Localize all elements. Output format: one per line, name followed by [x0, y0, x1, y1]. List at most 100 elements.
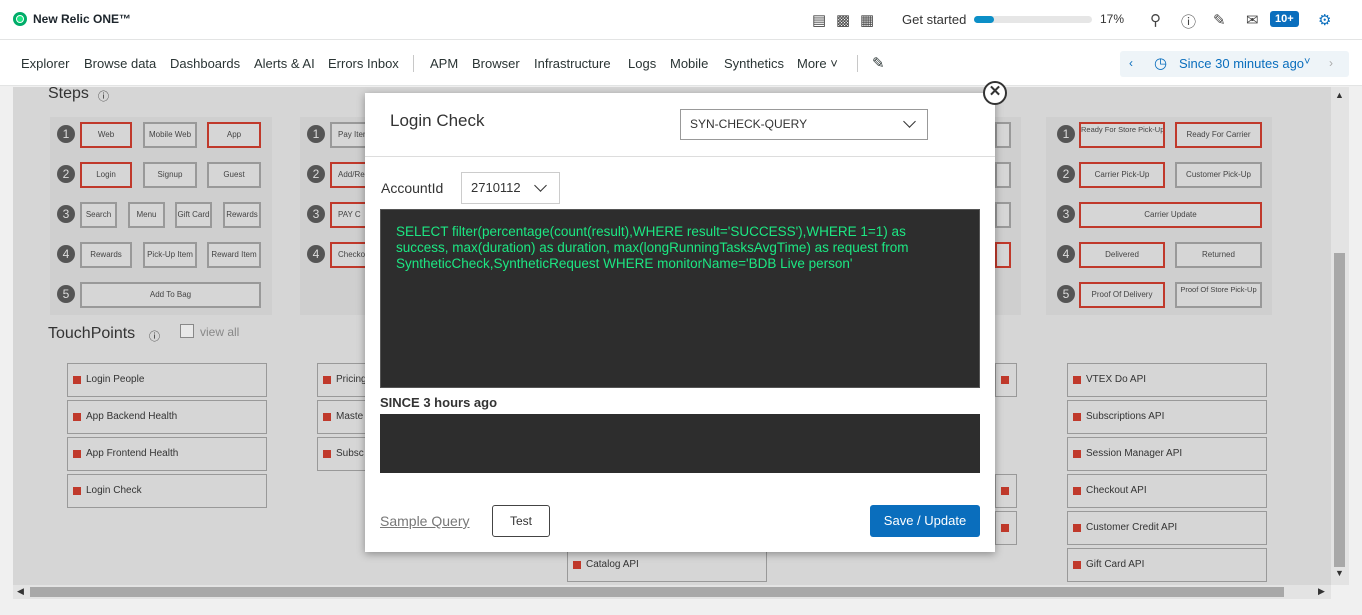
step-box[interactable]: App [207, 122, 261, 148]
announcements-icon[interactable]: ✉ [1246, 11, 1259, 29]
step-number: 1 [307, 125, 325, 143]
touchpoint-item[interactable]: Checkout API [1067, 474, 1267, 508]
step-box[interactable]: Gift Card [175, 202, 212, 228]
nav-errors-inbox[interactable]: Errors Inbox [328, 56, 399, 71]
step-box[interactable]: Menu [128, 202, 165, 228]
get-started-label[interactable]: Get started [902, 12, 966, 27]
monitor-select[interactable]: SYN-CHECK-QUERY [680, 109, 928, 140]
step-number: 2 [307, 165, 325, 183]
nav-synthetics[interactable]: Synthetics [724, 56, 784, 71]
step-box[interactable]: Ready For Carrier [1175, 122, 1262, 148]
step-box[interactable]: Pay Item [330, 122, 370, 148]
nav-mobile[interactable]: Mobile [670, 56, 708, 71]
step-box[interactable]: Delivered [1079, 242, 1165, 268]
step-box[interactable]: Checko [330, 242, 370, 268]
step-number: 1 [57, 125, 75, 143]
nav-browser[interactable]: Browser [472, 56, 520, 71]
touchpoint-item[interactable] [995, 474, 1017, 508]
touchpoint-item[interactable]: Customer Credit API [1067, 511, 1267, 545]
touchpoint-item[interactable]: Gift Card API [1067, 548, 1267, 582]
new-relic-logo-icon [13, 12, 27, 26]
step-box[interactable]: Add/Re [330, 162, 370, 188]
step-box[interactable]: Proof Of Delivery [1079, 282, 1165, 308]
touchpoint-item[interactable]: Login Check [67, 474, 267, 508]
nav-browse-data[interactable]: Browse data [84, 56, 156, 71]
since-label: SINCE 3 hours ago [380, 395, 498, 410]
search-icon[interactable]: ⚲ [1150, 11, 1161, 29]
nav-apm[interactable]: APM [430, 56, 458, 71]
view-all-checkbox[interactable] [180, 324, 194, 338]
scroll-up-arrow-icon[interactable]: ▲ [1335, 90, 1344, 100]
step-box[interactable]: Web [80, 122, 132, 148]
step-number: 4 [1057, 245, 1075, 263]
nav-more[interactable]: More ˅ [797, 56, 838, 71]
time-picker-label[interactable]: Since 30 minutes ago [1179, 56, 1304, 71]
touchpoint-item[interactable]: App Frontend Health [67, 437, 267, 471]
step-box[interactable]: Search [80, 202, 117, 228]
touchpoint-item[interactable]: Catalog API [567, 548, 767, 582]
nav-alerts-ai[interactable]: Alerts & AI [254, 56, 315, 71]
step-box[interactable]: Guest [207, 162, 261, 188]
step-box[interactable]: Returned [1175, 242, 1262, 268]
nav-dashboards[interactable]: Dashboards [170, 56, 240, 71]
step-box[interactable]: Carrier Pick-Up [1079, 162, 1165, 188]
notifications-badge[interactable]: 10+ [1270, 11, 1299, 27]
scroll-down-arrow-icon[interactable]: ▼ [1335, 568, 1344, 578]
step-box[interactable]: Reward Item [207, 242, 261, 268]
step-box[interactable]: Rewards [223, 202, 261, 228]
step-box[interactable]: Proof Of Store Pick-Up [1175, 282, 1262, 308]
top-bar: New Relic ONE™ ▤ ▩ ▦ Get started 17% ⚲ ⓘ… [0, 0, 1362, 40]
touchpoint-item[interactable]: Subscriptions API [1067, 400, 1267, 434]
step-box[interactable]: Rewards [80, 242, 132, 268]
chart-icon[interactable]: ▩ [836, 11, 850, 29]
account-id-select[interactable]: 2710112 [461, 172, 560, 204]
view-all-label: view all [200, 325, 240, 339]
help-icon[interactable]: ⓘ [1181, 11, 1196, 32]
time-next-chevron-icon[interactable]: › [1329, 56, 1333, 70]
step-box[interactable]: PAY C [330, 202, 370, 228]
step-box[interactable]: Signup [143, 162, 197, 188]
step-number: 5 [1057, 285, 1075, 303]
user-icon[interactable]: ⚙ [1318, 11, 1331, 29]
step-box[interactable]: Add To Bag [80, 282, 261, 308]
brand-logo[interactable]: New Relic ONE™ [13, 12, 131, 26]
step-box[interactable] [995, 122, 1011, 148]
save-update-button[interactable]: Save / Update [870, 505, 980, 537]
touchpoint-item[interactable]: VTEX Do API [1067, 363, 1267, 397]
feedback-icon[interactable]: ✎ [1213, 11, 1226, 29]
step-box[interactable] [995, 162, 1011, 188]
close-icon[interactable]: ✕ [983, 81, 1007, 105]
touchpoint-item[interactable] [995, 363, 1017, 397]
vertical-scrollbar-thumb[interactable] [1334, 253, 1345, 567]
step-box[interactable] [995, 242, 1011, 268]
modal-header-divider [365, 156, 995, 157]
touchpoint-item[interactable]: Login People [67, 363, 267, 397]
terminal-icon[interactable]: ▤ [812, 11, 826, 29]
step-box[interactable]: Carrier Update [1079, 202, 1262, 228]
test-button[interactable]: Test [492, 505, 550, 537]
progress-fill [974, 16, 995, 23]
nav-explorer[interactable]: Explorer [21, 56, 69, 71]
step-box[interactable]: Ready For Store Pick-Up [1079, 122, 1165, 148]
scroll-right-arrow-icon[interactable]: ▶ [1318, 586, 1325, 597]
step-box[interactable]: Pick-Up Item [143, 242, 197, 268]
scroll-left-arrow-icon[interactable]: ◀ [17, 586, 24, 597]
touchpoint-item[interactable] [995, 511, 1017, 545]
chevron-down-icon [534, 179, 547, 192]
nav-infrastructure[interactable]: Infrastructure [534, 56, 611, 71]
horizontal-scrollbar-thumb[interactable] [30, 587, 1284, 597]
step-box[interactable]: Login [80, 162, 132, 188]
time-prev-chevron-icon[interactable]: ‹ [1129, 56, 1133, 70]
step-box[interactable]: Customer Pick-Up [1175, 162, 1262, 188]
apps-grid-icon[interactable]: ▦ [860, 11, 874, 29]
nrql-query-editor[interactable]: SELECT filter(percentage(count(result),W… [380, 209, 980, 388]
step-box[interactable] [995, 202, 1011, 228]
time-dropdown-chevron-icon[interactable]: ˅ [1304, 56, 1310, 68]
nav-logs[interactable]: Logs [628, 56, 656, 71]
touchpoint-item[interactable]: Session Manager API [1067, 437, 1267, 471]
step-box[interactable]: Mobile Web [143, 122, 197, 148]
touchpoint-item[interactable]: App Backend Health [67, 400, 267, 434]
sample-query-link[interactable]: Sample Query [380, 513, 469, 529]
progress-percent: 17% [1100, 12, 1125, 26]
edit-pencil-icon[interactable]: ✎ [872, 54, 885, 72]
